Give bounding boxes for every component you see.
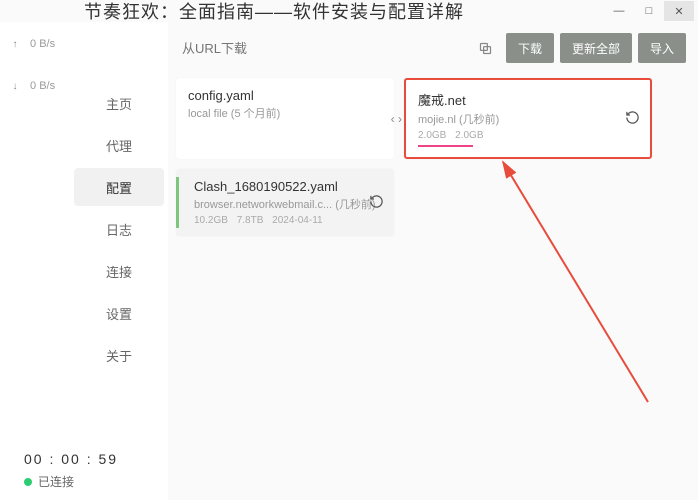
import-button[interactable]: 导入 bbox=[638, 33, 686, 63]
sidebar-item-connect[interactable]: 连接 bbox=[74, 252, 164, 290]
download-button[interactable]: 下载 bbox=[506, 33, 554, 63]
speed-up-value: 0 B/s bbox=[30, 30, 70, 58]
copy-icon[interactable] bbox=[472, 34, 500, 62]
arrow-up-icon: ↑ bbox=[13, 39, 18, 50]
status-dot-icon bbox=[24, 478, 32, 486]
active-indicator bbox=[176, 177, 179, 228]
sidebar-item-label: 关于 bbox=[106, 346, 132, 365]
card-title: Clash_1680190522.yaml bbox=[188, 179, 382, 194]
sidebar-item-proxy[interactable]: 代理 bbox=[74, 126, 164, 164]
card-title: 魔戒.net bbox=[418, 90, 638, 109]
sidebar-item-home[interactable]: 主页 bbox=[74, 84, 164, 122]
card-host: mojie.nl bbox=[418, 114, 456, 126]
card-subtitle: mojie.nl (几秒前) bbox=[418, 111, 638, 127]
card-meta: 2.0GB 2.0GB bbox=[418, 130, 638, 141]
minimize-button[interactable]: — bbox=[604, 1, 634, 21]
sidebar-item-label: 日志 bbox=[106, 220, 132, 239]
url-input[interactable] bbox=[176, 32, 466, 64]
sidebar-item-config[interactable]: 配置 bbox=[74, 168, 164, 206]
speed-up-num: 0 bbox=[30, 38, 36, 50]
connection-timer: 00 : 00 : 59 bbox=[24, 451, 118, 467]
window-controls: — □ ✕ bbox=[604, 1, 694, 21]
arrow-down-icon: ↓ bbox=[13, 81, 18, 92]
card-date: 2024-04-11 bbox=[272, 215, 322, 226]
status-label: 已连接 bbox=[38, 473, 74, 490]
sidebar-item-about[interactable]: 关于 bbox=[74, 336, 164, 374]
window-title: 节奏狂欢：全面指南——软件安装与配置详解 bbox=[84, 0, 464, 24]
config-card-clash[interactable]: Clash_1680190522.yaml browser.networkweb… bbox=[176, 169, 394, 236]
sidebar-item-settings[interactable]: 设置 bbox=[74, 294, 164, 332]
config-card-mojie[interactable]: 魔戒.net mojie.nl (几秒前) 2.0GB 2.0GB bbox=[404, 78, 652, 159]
refresh-icon[interactable] bbox=[369, 194, 384, 212]
card-size-total: 2.0GB bbox=[455, 130, 483, 141]
config-card-row-1: config.yaml local file (5 个月前) ‹ › 魔戒.ne… bbox=[176, 78, 686, 159]
sidebar-item-log[interactable]: 日志 bbox=[74, 210, 164, 248]
speed-up-row: ↑ bbox=[0, 30, 30, 58]
speed-down-row: ↓ bbox=[0, 72, 30, 100]
close-button[interactable]: ✕ bbox=[664, 1, 694, 21]
speed-down-num: 0 bbox=[30, 80, 36, 92]
main-panel: 下载 更新全部 导入 config.yaml local file (5 个月前… bbox=[168, 22, 698, 500]
app-body: ↑ ↓ 0 B/s 0 B/s 主页 代理 配置 日志 连接 设置 关于 下载 bbox=[0, 22, 698, 500]
speed-indicator-col: ↑ ↓ bbox=[0, 22, 30, 500]
sidebar-item-label: 连接 bbox=[106, 262, 132, 281]
card-size-2: 7.8TB bbox=[237, 215, 264, 226]
card-host: browser.networkwebmail.c... bbox=[194, 199, 332, 211]
sidebar-item-label: 设置 bbox=[106, 304, 132, 323]
refresh-icon[interactable] bbox=[625, 110, 640, 128]
speed-down-value: 0 B/s bbox=[30, 72, 70, 100]
card-meta: 10.2GB 7.8TB 2024-04-11 bbox=[188, 215, 382, 226]
card-size-used: 2.0GB bbox=[418, 130, 446, 141]
speed-down-unit: B/s bbox=[39, 80, 55, 92]
update-all-button[interactable]: 更新全部 bbox=[560, 33, 632, 63]
sidebar-item-label: 代理 bbox=[106, 136, 132, 155]
sidebar-item-label: 主页 bbox=[106, 94, 132, 113]
swap-icon: ‹ › bbox=[391, 112, 402, 126]
speed-value-col: 0 B/s 0 B/s bbox=[30, 22, 70, 500]
card-subtitle: browser.networkwebmail.c... (几秒前) bbox=[188, 196, 382, 212]
connection-status: 已连接 bbox=[24, 473, 118, 490]
titlebar: 节奏狂欢：全面指南——软件安装与配置详解 — □ ✕ bbox=[0, 0, 698, 22]
urlbar-row: 下载 更新全部 导入 bbox=[176, 32, 686, 64]
card-subtitle: local file (5 个月前) bbox=[188, 105, 382, 121]
card-title: config.yaml bbox=[188, 88, 382, 103]
progress-bar bbox=[418, 145, 473, 147]
card-size-1: 10.2GB bbox=[194, 215, 228, 226]
sidebar-item-label: 配置 bbox=[106, 178, 132, 197]
config-card-local[interactable]: config.yaml local file (5 个月前) ‹ › bbox=[176, 78, 394, 159]
card-time: (几秒前) bbox=[459, 114, 499, 126]
footer: 00 : 00 : 59 已连接 bbox=[24, 451, 118, 490]
maximize-button[interactable]: □ bbox=[634, 1, 664, 21]
sidebar: 主页 代理 配置 日志 连接 设置 关于 bbox=[70, 22, 168, 500]
config-card-row-2: Clash_1680190522.yaml browser.networkweb… bbox=[176, 169, 686, 236]
speed-up-unit: B/s bbox=[39, 38, 55, 50]
